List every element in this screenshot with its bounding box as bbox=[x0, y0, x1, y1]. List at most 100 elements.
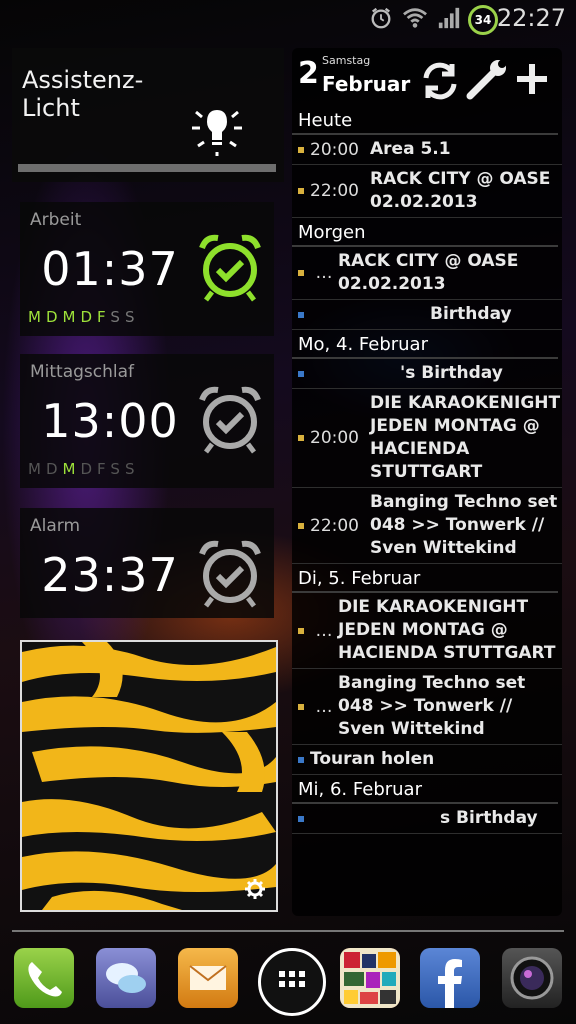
event-color-marker bbox=[298, 311, 304, 318]
photo-widget[interactable] bbox=[20, 640, 278, 912]
event-title: Area 5.1 bbox=[370, 139, 451, 159]
dock-divider bbox=[12, 930, 564, 932]
day-tue: D bbox=[45, 308, 63, 326]
alarm-widget-alarm[interactable]: Alarm 23:37 bbox=[20, 508, 274, 618]
alarm-clock-active-icon[interactable] bbox=[196, 232, 264, 302]
alarm-days: MDMDFSS bbox=[28, 308, 139, 326]
event-title: s Birthday bbox=[440, 808, 538, 828]
day-sun: S bbox=[124, 308, 140, 326]
event-title: DIE KARAOKENIGHT JEDEN MONTAG @ HACIENDA… bbox=[338, 597, 556, 663]
day-sat: S bbox=[110, 460, 125, 478]
alarm-clock-icon[interactable] bbox=[196, 538, 264, 608]
day-wed: M bbox=[62, 308, 81, 326]
event-row[interactable]: 22:00 RACK CITY @ OASE 02.02.2013 bbox=[292, 165, 562, 218]
event-color-marker bbox=[298, 435, 304, 441]
event-title: DIE KARAOKENIGHT JEDEN MONTAG @ HACIENDA… bbox=[370, 393, 561, 482]
event-title: Banging Techno set 048 >> Tonwerk // Sve… bbox=[370, 492, 558, 558]
day-thu: D bbox=[80, 308, 98, 326]
section-header: Mi, 6. Februar bbox=[292, 775, 558, 804]
signal-icon bbox=[438, 7, 460, 29]
event-time: 22:00 bbox=[310, 515, 359, 536]
zebra-pattern-image bbox=[22, 642, 276, 910]
calendar-weekday: Samstag bbox=[322, 54, 371, 67]
event-color-marker bbox=[298, 270, 304, 276]
event-color-marker bbox=[298, 627, 304, 634]
facebook-app-icon[interactable] bbox=[420, 948, 480, 1008]
alarm-clock-icon[interactable] bbox=[196, 384, 264, 454]
calendar-agenda-list: Heute 20:00 Area 5.1 22:00 RACK CITY @ O… bbox=[292, 106, 562, 834]
assist-light-bar bbox=[18, 164, 276, 172]
event-time: … bbox=[315, 620, 333, 641]
day-mon: M bbox=[28, 308, 46, 326]
event-time: 22:00 bbox=[310, 181, 359, 201]
day-fri: F bbox=[97, 308, 111, 326]
event-row[interactable]: s Birthday bbox=[292, 804, 562, 834]
phone-app-icon[interactable] bbox=[14, 948, 74, 1008]
day-wed: M bbox=[62, 460, 81, 478]
calendar-day-number: 2 bbox=[298, 56, 319, 91]
refresh-icon[interactable] bbox=[423, 62, 457, 100]
alarm-label: Mittagschlaf bbox=[30, 362, 135, 382]
event-color-marker bbox=[298, 756, 304, 763]
assist-light-widget[interactable]: Assistenz- Licht bbox=[12, 48, 284, 182]
event-row[interactable]: 's Birthday bbox=[292, 359, 562, 389]
event-title: RACK CITY @ OASE 02.02.2013 bbox=[338, 251, 519, 294]
add-icon[interactable] bbox=[517, 64, 547, 94]
battery-icon: 34 bbox=[468, 5, 498, 35]
app-drawer-button[interactable] bbox=[258, 948, 326, 1016]
alarm-time: 23:37 bbox=[41, 548, 179, 602]
event-row[interactable]: … DIE KARAOKENIGHT JEDEN MONTAG @ HACIEN… bbox=[292, 593, 562, 669]
event-color-marker bbox=[298, 703, 304, 710]
event-color-marker bbox=[298, 815, 304, 822]
event-color-marker bbox=[298, 146, 304, 153]
event-color-marker bbox=[298, 188, 304, 194]
day-sat: S bbox=[110, 308, 125, 326]
event-title: RACK CITY @ OASE 02.02.2013 bbox=[370, 169, 551, 212]
app-dock bbox=[0, 948, 576, 1016]
event-time: 20:00 bbox=[310, 428, 359, 448]
event-time: 20:00 bbox=[310, 139, 359, 160]
alarm-widget-mittagschlaf[interactable]: Mittagschlaf 13:00 MDMDFSS bbox=[20, 354, 274, 488]
calendar-widget[interactable]: 2 Samstag Februar Heute 20:00 Area 5.1 2… bbox=[292, 48, 562, 916]
collage-app-icon[interactable] bbox=[340, 948, 400, 1008]
gear-icon[interactable] bbox=[244, 878, 266, 900]
alarm-time: 13:00 bbox=[41, 394, 179, 448]
event-title: Banging Techno set 048 >> Tonwerk // Sve… bbox=[338, 673, 526, 739]
section-header: Mo, 4. Februar bbox=[292, 330, 558, 359]
event-row[interactable]: 20:00 Area 5.1 bbox=[292, 135, 562, 165]
alarm-icon bbox=[371, 7, 391, 29]
day-tue: D bbox=[45, 460, 63, 478]
section-header: Heute bbox=[292, 106, 558, 135]
event-time: … bbox=[315, 696, 333, 717]
day-thu: D bbox=[80, 460, 98, 478]
section-header: Morgen bbox=[292, 218, 558, 247]
alarm-days: MDMDFSS bbox=[28, 460, 139, 478]
messaging-app-icon[interactable] bbox=[96, 948, 156, 1008]
event-row[interactable]: Birthday bbox=[292, 300, 562, 330]
day-sun: S bbox=[124, 460, 140, 478]
calendar-month: Februar bbox=[322, 72, 411, 96]
event-title: Touran holen bbox=[310, 749, 435, 769]
section-header: Di, 5. Februar bbox=[292, 564, 558, 593]
event-row[interactable]: 20:00 DIE KARAOKENIGHT JEDEN MONTAG @ HA… bbox=[292, 389, 562, 488]
event-row[interactable]: … RACK CITY @ OASE 02.02.2013 bbox=[292, 247, 562, 300]
event-row[interactable]: 22:00 Banging Techno set 048 >> Tonwerk … bbox=[292, 488, 562, 564]
wifi-icon bbox=[403, 8, 427, 28]
alarm-label: Alarm bbox=[30, 516, 81, 536]
event-time: … bbox=[315, 263, 333, 283]
calendar-toolbar bbox=[423, 60, 547, 100]
clock-time: 22:27 bbox=[496, 4, 566, 32]
alarm-label: Arbeit bbox=[30, 210, 82, 230]
status-bar: 34 22:27 bbox=[0, 0, 576, 38]
event-title: Birthday bbox=[430, 304, 512, 324]
wrench-icon[interactable] bbox=[466, 60, 506, 100]
alarm-time: 01:37 bbox=[41, 242, 179, 296]
event-color-marker bbox=[298, 370, 304, 377]
day-fri: F bbox=[97, 460, 111, 478]
event-row[interactable]: Touran holen bbox=[292, 745, 562, 775]
camera-app-icon[interactable] bbox=[502, 948, 562, 1008]
event-title: 's Birthday bbox=[400, 363, 503, 383]
email-app-icon[interactable] bbox=[178, 948, 238, 1008]
alarm-widget-arbeit[interactable]: Arbeit 01:37 MDMDFSS bbox=[20, 202, 274, 336]
event-row[interactable]: … Banging Techno set 048 >> Tonwerk // S… bbox=[292, 669, 562, 745]
